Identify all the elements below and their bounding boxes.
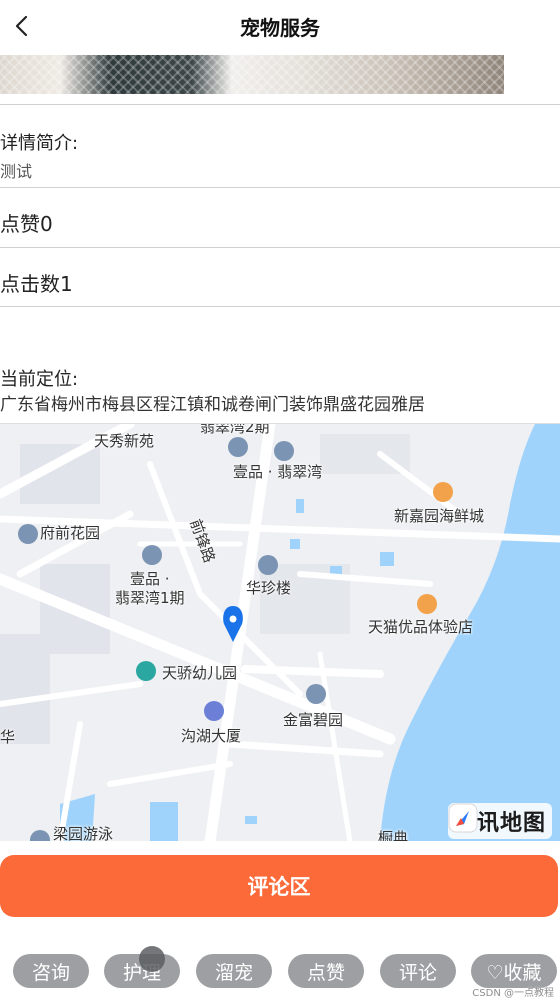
building-icon [142, 545, 162, 565]
building-icon [228, 437, 248, 457]
office-icon [204, 701, 224, 721]
map-label: 翡翠湾1期 [115, 589, 185, 607]
building-icon [274, 441, 294, 461]
shop-icon [417, 594, 437, 614]
map-label: 沟湖大厦 [181, 727, 242, 745]
likes-row: 点赞0 [0, 188, 560, 248]
like-button[interactable]: 点赞 [288, 954, 364, 988]
header-bar: 宠物服务 [0, 0, 560, 52]
map-base [0, 424, 560, 841]
detail-label: 详情简介: [0, 133, 79, 154]
tencent-map-icon [448, 803, 478, 833]
consult-button[interactable]: 咨询 [13, 954, 89, 988]
favorite-button[interactable]: ♡收藏 [471, 954, 557, 988]
clicks-row: 点击数1 [0, 248, 560, 307]
map-label: 壹品 · 翡翠湾 [233, 463, 323, 481]
map-label: 壹品 · [130, 570, 170, 588]
likes-count: 点赞0 [0, 212, 53, 236]
page-title: 宠物服务 [240, 16, 320, 40]
school-icon [136, 661, 156, 681]
walk-pet-button[interactable]: 溜宠 [196, 954, 272, 988]
building-icon [306, 684, 326, 704]
map-label: 天秀新苑 [94, 432, 155, 450]
detail-section: 详情简介: 测试 [0, 104, 560, 188]
building-icon [258, 555, 278, 575]
comment-section-button[interactable]: 评论区 [0, 855, 558, 917]
building-icon [18, 524, 38, 544]
map-label: 华 [0, 728, 16, 746]
restaurant-icon [433, 482, 453, 502]
location-label: 当前定位: [0, 369, 79, 390]
watermark: CSDN @一点教程 [472, 988, 554, 999]
comment-button[interactable]: 评论 [380, 954, 456, 988]
clicks-count: 点击数1 [0, 272, 73, 296]
map-label: 天骄幼儿园 [162, 664, 238, 682]
map-view[interactable]: 天秀新苑 翡翠湾2期 壹品 · 翡翠湾 府前花园 新嘉园海鲜城 前锋路 壹品 ·… [0, 423, 560, 841]
map-label: 华珍楼 [246, 579, 292, 597]
map-label: 梁园游泳 [53, 825, 114, 841]
detail-value: 测试 [0, 162, 33, 181]
map-label: 金富碧园 [283, 711, 344, 729]
map-label: 橱典 [378, 829, 409, 841]
map-brand: 腾讯地图 [447, 803, 552, 839]
map-label: 翡翠湾2期 [200, 423, 270, 436]
location-address: 广东省梅州市梅县区程江镇和诚卷闸门装饰鼎盛花园雅居 [0, 395, 425, 415]
floating-handle[interactable] [139, 946, 165, 972]
map-label: 府前花园 [40, 524, 101, 542]
map-label: 天猫优品体验店 [368, 618, 474, 636]
map-label: 新嘉园海鲜城 [394, 507, 485, 525]
pet-photo [0, 55, 504, 94]
